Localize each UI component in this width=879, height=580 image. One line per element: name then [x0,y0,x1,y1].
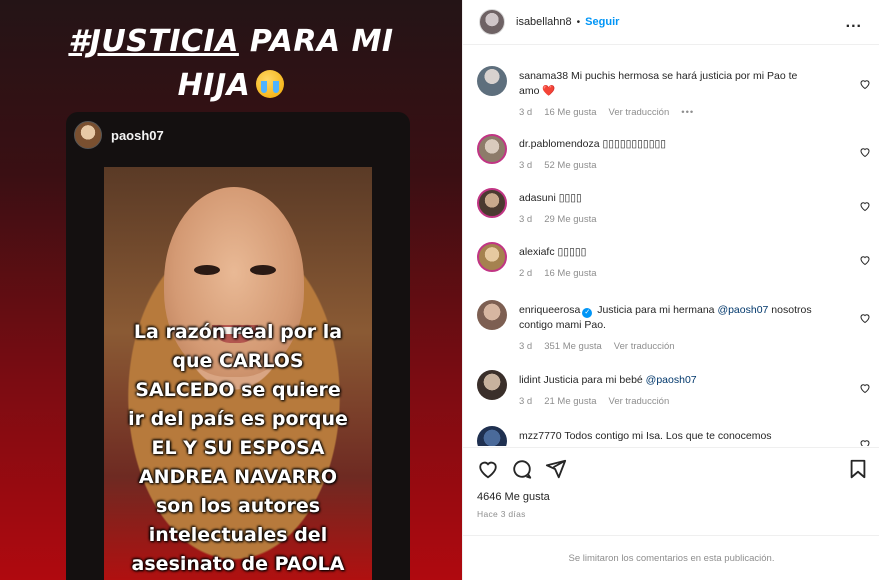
comment-meta: 3 d 16 Me gusta Ver traducción ••• [519,105,819,120]
comment-text: ▯▯▯▯▯▯▯▯▯▯▯ [602,138,667,150]
comment-likes[interactable]: 21 Me gusta [544,394,596,409]
comment-username[interactable]: enriqueerosa [519,304,580,316]
like-comment-heart-icon[interactable] [859,146,871,158]
left-eye [194,265,220,275]
likes-count[interactable]: 4646 Me gusta [477,491,550,503]
comment-text: Justicia para mi hermana [597,304,718,316]
comment-time: 3 d [519,341,533,352]
follow-button[interactable]: Seguir [585,16,619,28]
comments-list[interactable]: sanama38 Mi puchis hermosa se hará justi… [463,46,879,446]
comment-likes[interactable]: 16 Me gusta [544,266,596,281]
like-comment-heart-icon[interactable] [859,312,871,324]
commenter-avatar[interactable] [477,370,507,400]
comment-username[interactable]: adasuni [519,192,556,204]
comment-username[interactable]: lidint [519,374,541,386]
action-bar [463,447,879,487]
story-avatar [74,121,102,149]
headline: #JUSTICIA PARA MI HIJA [0,20,462,108]
translate-link[interactable]: Ver traducción [609,394,670,409]
commenter-avatar[interactable] [477,242,507,272]
like-comment-heart-icon[interactable] [859,200,871,212]
story-line: que CARLOS [172,350,304,372]
comment-text: Justicia para mi bebé [543,374,646,386]
like-comment-heart-icon[interactable] [859,254,871,266]
comment-likes[interactable]: 16 Me gusta [544,105,596,120]
post-media[interactable]: #JUSTICIA PARA MI HIJA paosh07 La razón … [0,0,462,580]
right-eye [250,265,276,275]
comment-username[interactable]: mzz7770 [519,430,562,442]
bookmark-icon[interactable] [847,458,869,480]
translate-link[interactable]: Ver traducción [609,105,670,120]
story-line: ANDREA NAVARRO [138,466,338,488]
comment-likes[interactable]: 351 Me gusta [544,339,602,354]
comment-body: lidint Justicia para mi bebé @paosh07 3 … [519,373,819,409]
post-time: Hace 3 días [477,509,526,519]
share-icon[interactable] [545,458,567,480]
story-line: son los autores [155,495,321,517]
post-header: isabellahn8 • Seguir ... [463,0,879,45]
comment-body: adasuni ▯▯▯▯ 3 d 29 Me gusta [519,191,819,227]
headline-line2: HIJA [177,68,251,103]
comment-body: enriqueerosa ✓ Justicia para mi hermana @… [519,303,819,354]
comment-username[interactable]: dr.pablomendoza [519,138,600,150]
like-comment-heart-icon[interactable] [859,438,871,446]
commenter-avatar[interactable] [477,188,507,218]
comment-body: dr.pablomendoza ▯▯▯▯▯▯▯▯▯▯▯ 3 d 52 Me gu… [519,137,819,173]
comment-time: 3 d [519,107,533,118]
comment-mention[interactable]: @paosh07 [646,374,697,386]
story-header: paosh07 [74,120,164,150]
comment-icon[interactable] [511,458,533,480]
comment-time: 3 d [519,160,533,171]
commenter-avatar[interactable] [477,134,507,164]
separator-dot: • [576,16,581,28]
verified-icon: ✓ [582,308,593,318]
comment-body: sanama38 Mi puchis hermosa se hará justi… [519,69,819,120]
comments-limited-notice: Se limitaron los comentarios en esta pub… [463,535,879,580]
comment-meta: 3 d 52 Me gusta [519,158,819,173]
comment-body: alexiafc ▯▯▯▯▯ 2 d 16 Me gusta [519,245,819,281]
commenter-avatar[interactable] [477,426,507,446]
story-username: paosh07 [111,127,164,143]
comment-text: Todos contigo mi Isa. Los que te conocem… [564,430,772,442]
headline-text: PARA MI [238,24,394,59]
like-comment-heart-icon[interactable] [859,78,871,90]
heart-icon[interactable] [477,458,499,480]
hashtag[interactable]: #JUSTICIA [68,24,239,59]
translate-link[interactable]: Ver traducción [614,339,675,354]
comment-meta: 3 d 21 Me gusta Ver traducción [519,394,819,409]
like-comment-heart-icon[interactable] [859,382,871,394]
story-line: asesinato de PAOLA [131,553,345,575]
comment-time: 2 d [519,268,533,279]
comment-likes[interactable]: 29 Me gusta [544,212,596,227]
comment-username[interactable]: sanama38 [519,70,568,82]
comment-time: 3 d [519,396,533,407]
commenter-avatar[interactable] [477,300,507,330]
story-line: EL Y SU ESPOSA [151,437,325,459]
story-line: ir del país es porque [128,408,348,430]
comment-username[interactable]: alexiafc [519,246,555,258]
crying-emoji-icon [256,70,285,98]
author-username[interactable]: isabellahn8 [516,16,572,28]
story-line: intelectuales del [148,524,328,546]
post-sidebar: isabellahn8 • Seguir ... sanama38 Mi puc… [462,0,879,580]
story-caption: La razón real por la que CARLOS SALCEDO … [66,318,410,579]
author-avatar[interactable] [479,9,505,35]
story-line: La razón real por la [133,321,343,343]
comment-body: mzz7770 Todos contigo mi Isa. Los que te… [519,429,819,444]
comment-meta: 3 d 29 Me gusta [519,212,819,227]
comment-more-icon[interactable]: ••• [681,105,694,120]
comment-text: ▯▯▯▯▯ [557,246,587,258]
comment-text: ▯▯▯▯ [558,192,582,204]
comment-meta: 2 d 16 Me gusta [519,266,819,281]
more-options-icon[interactable]: ... [846,14,862,32]
comment-time: 3 d [519,214,533,225]
comment-likes[interactable]: 52 Me gusta [544,158,596,173]
commenter-avatar[interactable] [477,66,507,96]
story-screenshot: paosh07 La razón real por la que CARLOS … [66,112,410,580]
story-line: SALCEDO se quiere [135,379,341,401]
comment-meta: 3 d 351 Me gusta Ver traducción [519,339,819,354]
comment-mention[interactable]: @paosh07 [717,304,768,316]
